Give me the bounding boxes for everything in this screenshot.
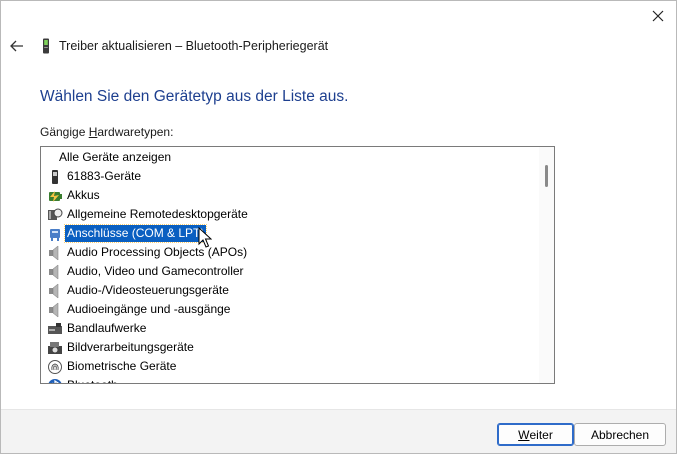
- list-item-label: Audio-/Videosteuerungsgeräte: [67, 283, 229, 297]
- list-item[interactable]: Audioeingänge und -ausgänge: [41, 300, 538, 319]
- list-item-label: Alle Geräte anzeigen: [59, 150, 172, 164]
- list-item-label: Audio Processing Objects (APOs): [67, 245, 248, 259]
- fingerprint-icon: [48, 359, 62, 374]
- list-item-label: Audioeingänge und -ausgänge: [67, 302, 231, 316]
- list-item[interactable]: Bildverarbeitungsgeräte: [41, 338, 538, 357]
- bluetooth-icon: [48, 378, 62, 383]
- list-caption: Gängige Hardwaretypen:: [40, 125, 174, 139]
- list-item-label: Audio, Video und Gamecontroller: [67, 264, 244, 278]
- list-item[interactable]: Audio Processing Objects (APOs): [41, 243, 538, 262]
- list-item[interactable]: Allgemeine Remotedesktopgeräte: [41, 205, 538, 224]
- scroll-thumb[interactable]: [545, 165, 548, 187]
- list-item[interactable]: 61883-Geräte: [41, 167, 538, 186]
- next-button[interactable]: Weiter: [497, 423, 574, 446]
- tape-drive-icon: [48, 322, 62, 334]
- remote-desktop-icon: [48, 208, 63, 220]
- list-item[interactable]: Bluetooth: [41, 376, 538, 383]
- cancel-button[interactable]: Abbrechen: [574, 423, 666, 446]
- list-item[interactable]: Audio, Video und Gamecontroller: [41, 262, 538, 281]
- bluetooth-device-icon: [43, 38, 49, 54]
- list-item[interactable]: Biometrische Geräte: [41, 357, 538, 376]
- battery-icon: [49, 190, 62, 202]
- list-item[interactable]: Alle Geräte anzeigen: [41, 148, 538, 167]
- page-heading: Wählen Sie den Gerätetyp aus der Liste a…: [40, 88, 349, 105]
- dialog-footer: Weiter Abbrechen: [1, 409, 676, 453]
- speaker-icon: [49, 263, 59, 280]
- close-icon: [652, 10, 664, 22]
- list-item[interactable]: Akkus: [41, 186, 538, 205]
- update-driver-dialog: Treiber aktualisieren – Bluetooth-Periph…: [0, 0, 677, 454]
- hardware-type-list[interactable]: Alle Geräte anzeigen 61883-Geräte Akkus All…: [40, 146, 555, 384]
- back-arrow-icon: [10, 40, 23, 52]
- list-item-label: Biometrische Geräte: [67, 359, 177, 373]
- close-button[interactable]: [646, 5, 670, 27]
- speaker-icon: [49, 282, 59, 299]
- list-item-label: Bluetooth: [65, 377, 120, 383]
- list-item-label: Allgemeine Remotedesktopgeräte: [67, 207, 248, 221]
- camera-icon: [48, 341, 62, 354]
- list-item[interactable]: Anschlüsse (COM & LPT): [41, 224, 538, 243]
- list-item-label: Bandlaufwerke: [67, 321, 147, 335]
- speaker-icon: [49, 301, 59, 318]
- device-icon: [52, 169, 58, 184]
- list-item[interactable]: Audio-/Videosteuerungsgeräte: [41, 281, 538, 300]
- mouse-cursor-icon: [198, 227, 212, 248]
- list-item-label: Anschlüsse (COM & LPT): [63, 224, 208, 243]
- port-icon: [50, 228, 60, 241]
- list-item[interactable]: Bandlaufwerke: [41, 319, 538, 338]
- list-item-label: Bildverarbeitungsgeräte: [67, 340, 194, 354]
- list-item-label: 61883-Geräte: [67, 169, 142, 183]
- dialog-title: Treiber aktualisieren – Bluetooth-Periph…: [59, 39, 329, 53]
- list-item-label: Akkus: [67, 188, 100, 202]
- vertical-scrollbar[interactable]: [539, 147, 554, 383]
- speaker-icon: [49, 244, 59, 261]
- back-button[interactable]: [7, 36, 27, 56]
